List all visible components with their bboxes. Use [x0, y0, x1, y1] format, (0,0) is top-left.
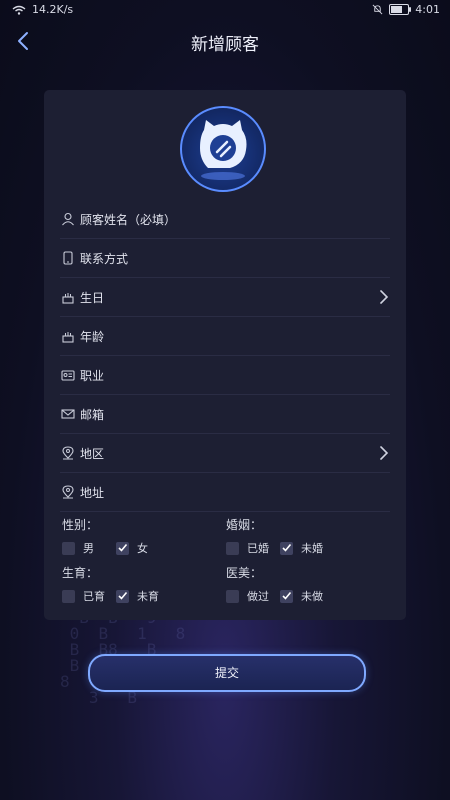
gender-male-option[interactable]: 男 — [62, 540, 94, 556]
field-occupation[interactable]: 职业 — [60, 356, 390, 395]
checkbox-checked-icon — [280, 589, 293, 603]
cake-icon — [60, 328, 76, 344]
option-label: 女 — [137, 542, 148, 555]
option-label: 做过 — [247, 590, 269, 603]
avatar[interactable] — [180, 106, 270, 198]
background-code-texture: B B 9 0 B 1 8 B B8 B B . 2 8 B 5 3 B — [60, 610, 186, 707]
field-region[interactable]: 地区 — [60, 434, 390, 473]
marriage-married-option[interactable]: 已婚 — [226, 540, 269, 556]
checkbox-unchecked-icon — [226, 541, 239, 555]
checkbox-unchecked-icon — [62, 541, 75, 555]
marriage-single-option[interactable]: 未婚 — [280, 540, 323, 556]
cat-logo-icon — [200, 120, 247, 180]
checkbox-checked-icon — [116, 541, 129, 555]
option-label: 男 — [83, 542, 94, 555]
option-label: 已婚 — [247, 542, 269, 555]
field-label: 地址 — [80, 485, 105, 500]
id-card-icon — [60, 367, 76, 383]
gender-title: 性别： — [62, 518, 99, 532]
cake-icon — [60, 289, 76, 305]
field-email[interactable]: 邮箱 — [60, 395, 390, 434]
cosmetic-none-option[interactable]: 未做 — [280, 588, 323, 604]
customer-form-card: 顾客姓名（必填） 联系方式 生日 年龄 职业 邮箱 地区 地址 性别： 男 女 … — [44, 90, 406, 620]
field-age[interactable]: 年龄 — [60, 317, 390, 356]
cosmetic-done-option[interactable]: 做过 — [226, 588, 269, 604]
field-label: 地区 — [80, 446, 105, 461]
field-label: 顾客姓名（必填） — [80, 212, 177, 227]
fertility-title: 生育： — [62, 566, 99, 580]
fertility-no-option[interactable]: 未育 — [116, 588, 159, 604]
location-icon — [60, 484, 76, 500]
field-label: 年龄 — [80, 329, 105, 344]
fertility-yes-option[interactable]: 已育 — [62, 588, 105, 604]
field-label: 联系方式 — [80, 251, 129, 266]
option-label: 已育 — [83, 590, 105, 603]
field-label: 职业 — [80, 368, 105, 383]
field-birthday[interactable]: 生日 — [60, 278, 390, 317]
bell-off-icon — [372, 4, 383, 15]
option-label: 未婚 — [301, 542, 323, 555]
checkbox-checked-icon — [280, 541, 293, 555]
field-customer-name[interactable]: 顾客姓名（必填） — [60, 200, 390, 239]
mail-icon — [60, 406, 76, 422]
form-fields: 顾客姓名（必填） 联系方式 生日 年龄 职业 邮箱 地区 地址 — [60, 200, 390, 512]
page-title: 新增顾客 — [191, 35, 259, 55]
chevron-right-icon — [380, 290, 389, 304]
location-icon — [60, 445, 76, 461]
clock: 4:01 — [415, 3, 440, 16]
checkbox-checked-icon — [116, 589, 129, 603]
marriage-title: 婚姻： — [226, 518, 263, 532]
checkbox-unchecked-icon — [226, 589, 239, 603]
field-label: 邮箱 — [80, 407, 105, 422]
status-bar: 14.2K/s 4:01 — [0, 0, 450, 20]
battery-icon — [389, 4, 412, 15]
person-icon — [60, 211, 76, 227]
checkbox-unchecked-icon — [62, 589, 75, 603]
field-contact[interactable]: 联系方式 — [60, 239, 390, 278]
chevron-right-icon — [380, 446, 389, 460]
wifi-icon — [12, 5, 26, 15]
field-label: 生日 — [80, 290, 105, 305]
submit-button[interactable]: 提交 — [88, 654, 366, 692]
network-speed: 14.2K/s — [32, 3, 74, 16]
gender-female-option[interactable]: 女 — [116, 540, 148, 556]
option-label: 未育 — [137, 590, 159, 603]
phone-icon — [60, 250, 76, 266]
field-address[interactable]: 地址 — [60, 473, 390, 512]
cosmetic-title: 医美： — [226, 566, 263, 580]
option-label: 未做 — [301, 590, 323, 603]
app-header: 新增顾客 — [0, 22, 450, 62]
